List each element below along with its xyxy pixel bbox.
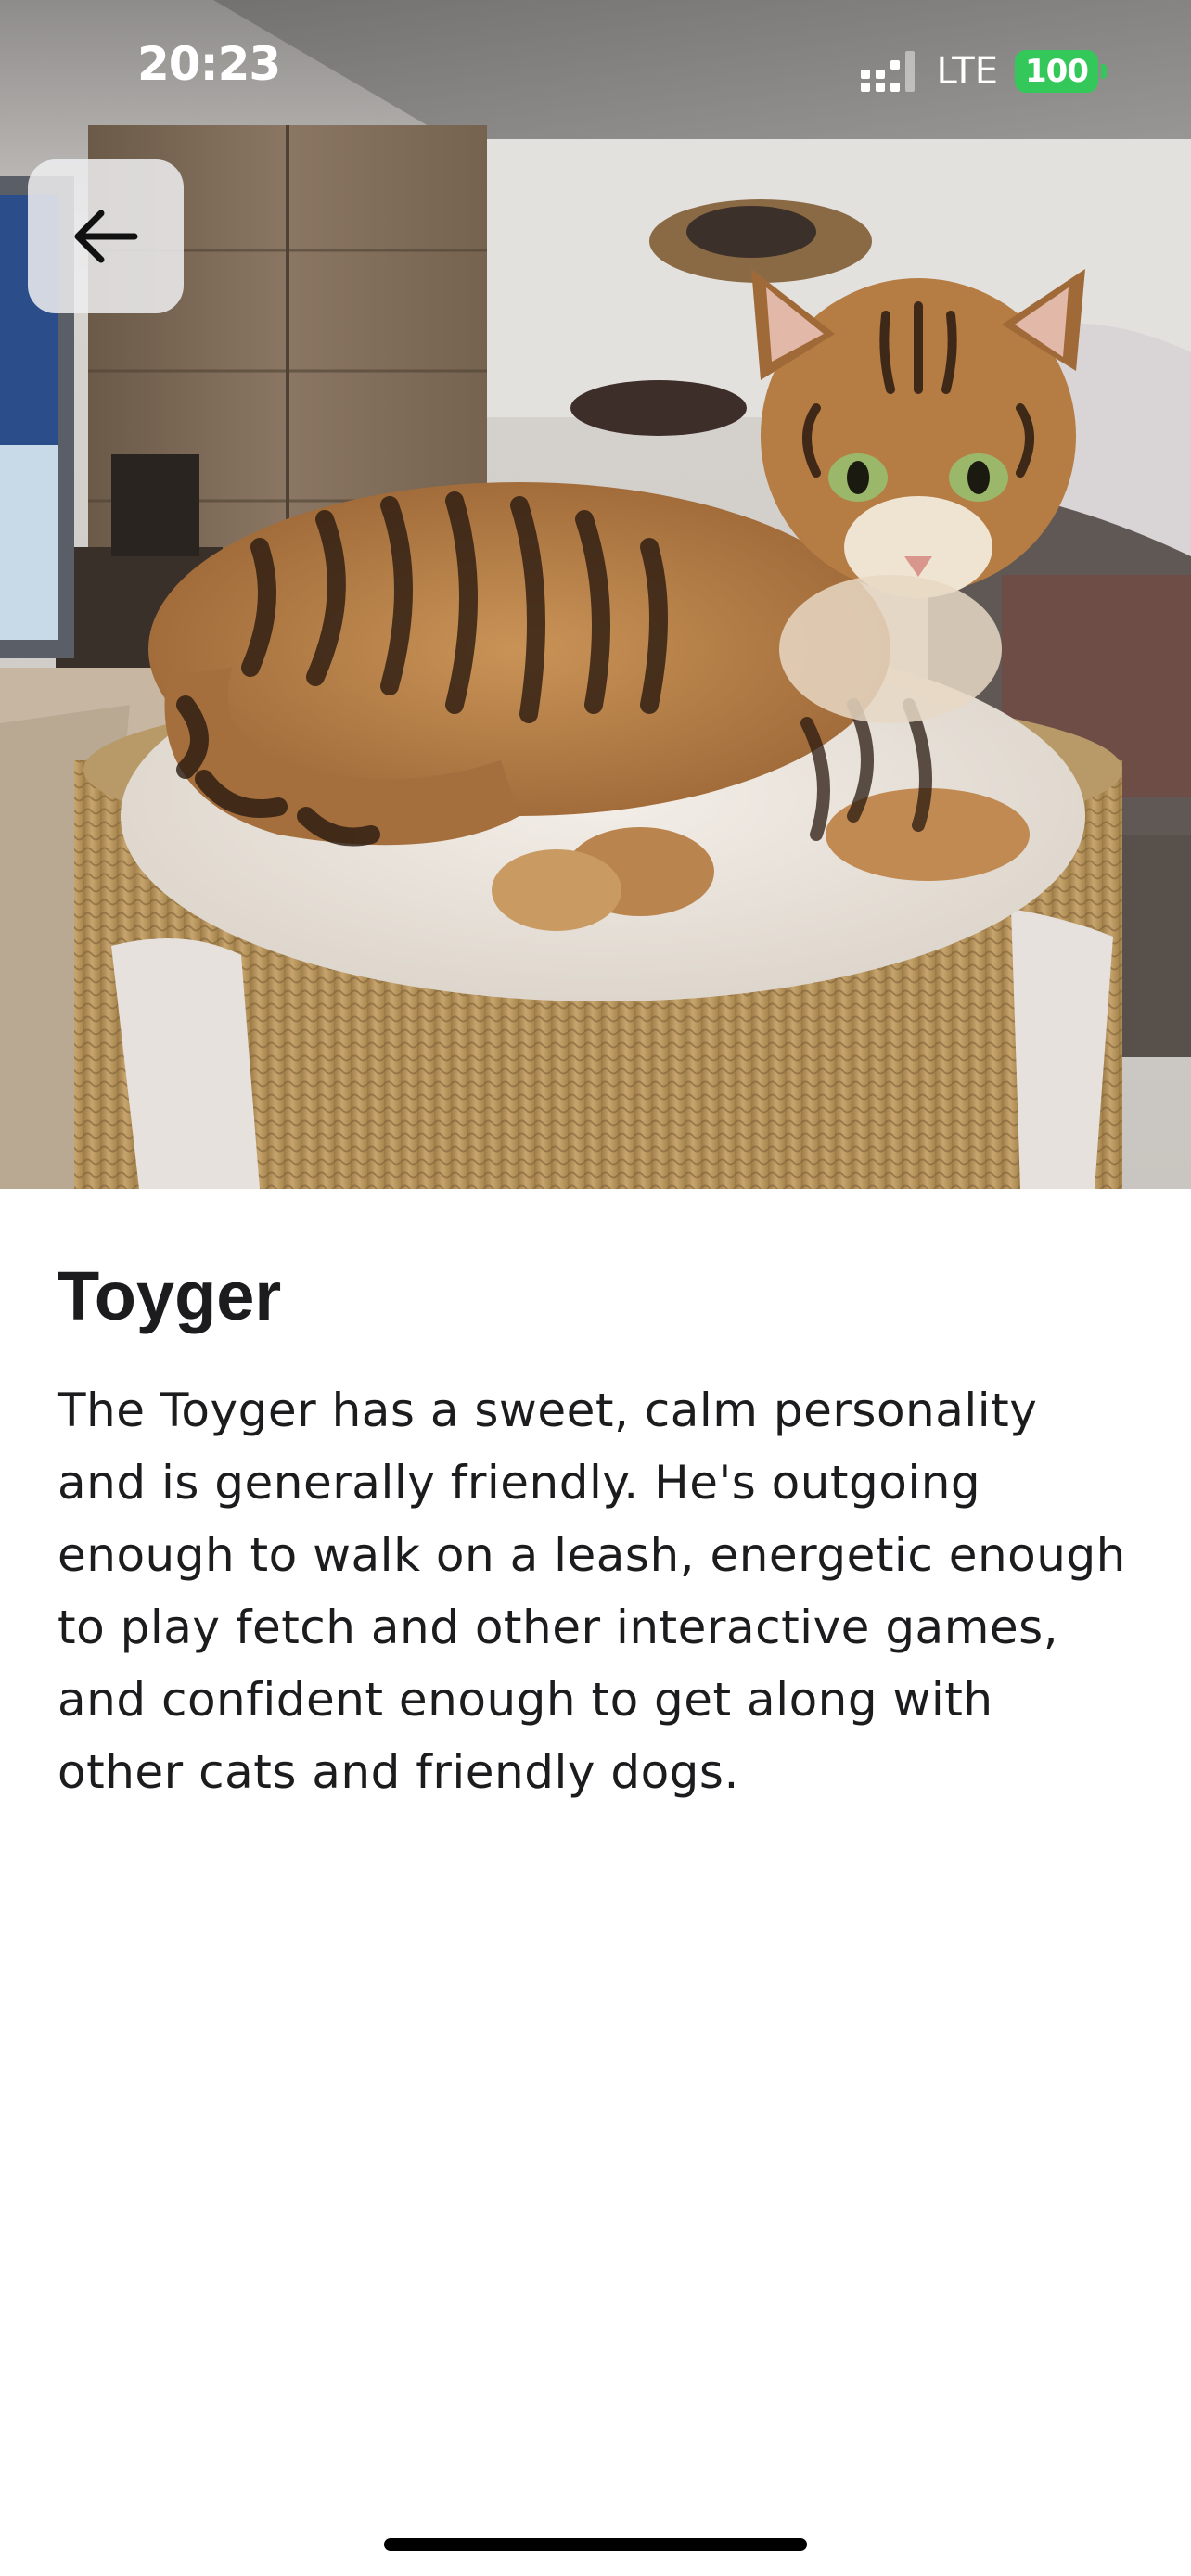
network-type-label: LTE: [936, 50, 998, 93]
breed-description: The Toyger has a sweet, calm personality…: [58, 1384, 1126, 1799]
back-button[interactable]: [28, 159, 184, 313]
battery-level: 100: [1025, 53, 1089, 90]
status-bar: 20:23 LTE 100: [0, 0, 1191, 139]
breed-title: Toyger: [58, 1257, 282, 1334]
arrow-left-icon: [74, 210, 138, 263]
status-indicators: LTE 100: [860, 46, 1107, 96]
home-indicator[interactable]: [384, 2538, 807, 2551]
cellular-signal-icon: [860, 51, 920, 92]
breed-detail-screen: 20:23 LTE 100 Toyger The Toyger has a sw…: [0, 0, 1191, 2576]
battery-icon: 100: [1015, 50, 1107, 93]
breed-info: Toyger The Toyger has a sweet, calm pers…: [58, 1243, 1133, 1808]
status-time: 20:23: [137, 37, 281, 91]
